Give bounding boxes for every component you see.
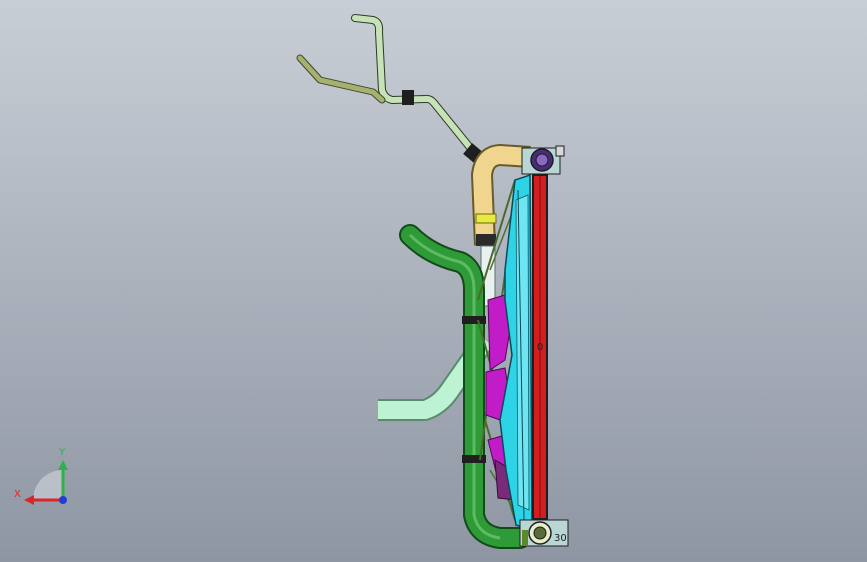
bottom-tank[interactable]: 30 [519, 519, 569, 547]
model-canvas[interactable]: 0 30 Y X [0, 0, 867, 562]
upper-hose-clamp[interactable] [475, 213, 497, 224]
x-axis-label: X [14, 489, 21, 500]
radiator-core[interactable]: 0 [532, 172, 548, 522]
lower-hose-clamp-bottom[interactable] [462, 455, 486, 463]
top-tank[interactable] [521, 145, 565, 175]
y-axis-label: Y [58, 447, 66, 458]
bottom-tag: 30 [554, 533, 567, 544]
3d-viewport[interactable]: 0 30 Y X [0, 0, 867, 562]
z-axis [59, 496, 67, 504]
viewport-background [0, 0, 867, 562]
vent-clamp[interactable] [402, 90, 414, 105]
upper-hose-fitting[interactable] [476, 234, 496, 246]
core-label: 0 [537, 342, 543, 353]
lower-hose-clamp-top[interactable] [462, 316, 486, 324]
